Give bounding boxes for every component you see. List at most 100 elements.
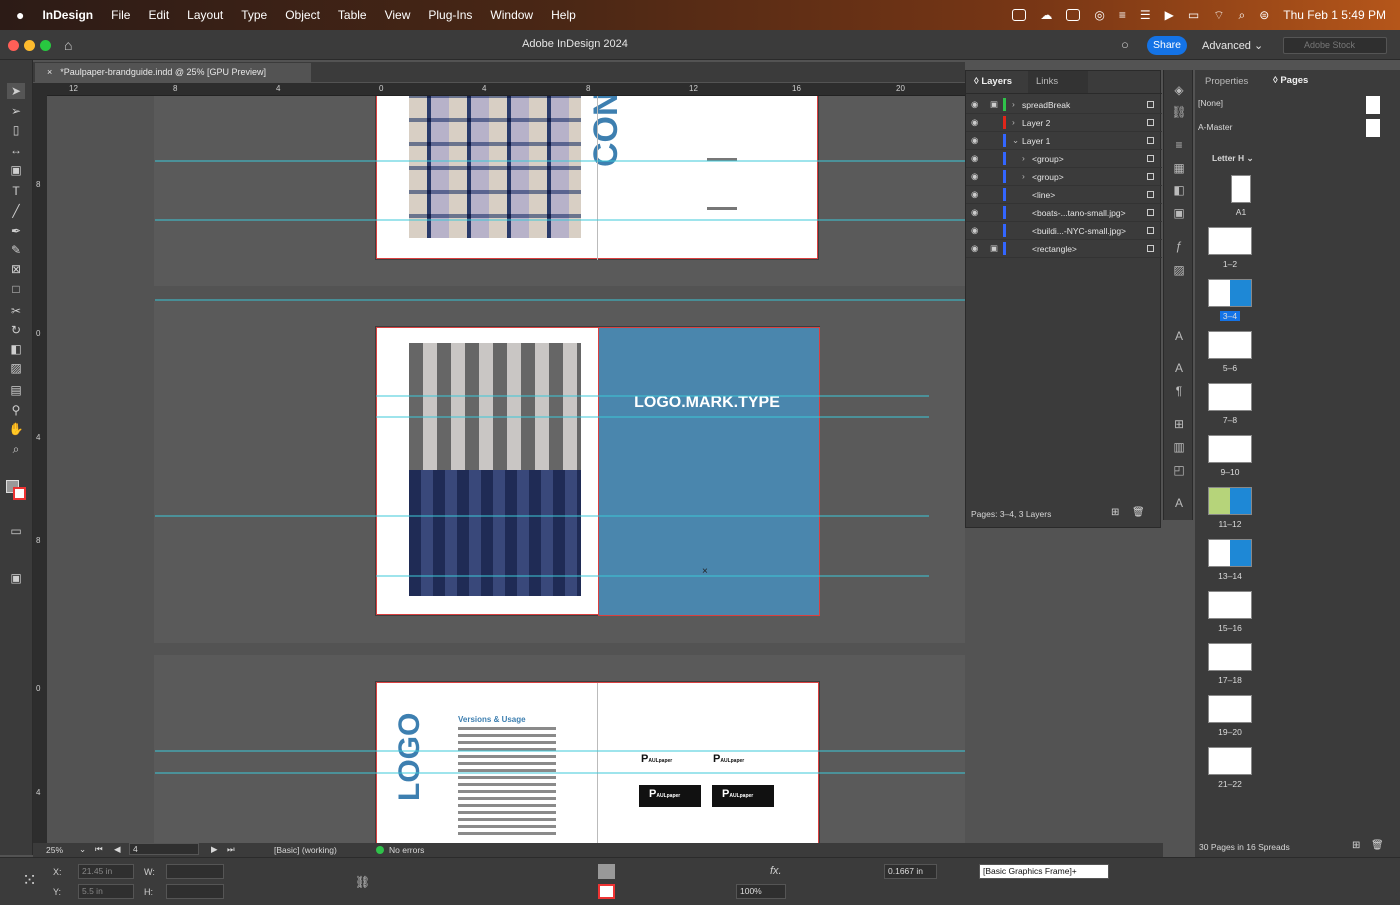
menu-plugins[interactable]: Plug-Ins	[428, 8, 472, 22]
stack-icon[interactable]: ☰	[1140, 8, 1151, 22]
adobe-stock-search[interactable]: Adobe Stock	[1283, 37, 1387, 54]
layer-row[interactable]: ◉ <boats-...tano-small.jpg>	[966, 204, 1162, 222]
page-thumbnail[interactable]	[1208, 435, 1252, 463]
effects-icon[interactable]: ƒ	[1171, 238, 1187, 254]
stroke-icon[interactable]: ≡	[1171, 137, 1187, 153]
selection-square-icon[interactable]	[1147, 191, 1154, 198]
layer-row[interactable]: ◉ ▣ › spreadBreak	[966, 96, 1162, 114]
paragraph-styles-icon[interactable]: A	[1171, 328, 1187, 344]
document-tab[interactable]: × *Paulpaper-brandguide.indd @ 25% [GPU P…	[35, 63, 311, 82]
gap-tool-icon[interactable]: ↔	[7, 142, 25, 158]
character-styles-icon[interactable]: A	[1171, 360, 1187, 376]
expand-icon[interactable]: ›	[1022, 153, 1025, 163]
gradient-icon[interactable]: ◧	[1171, 182, 1187, 198]
close-tab-icon[interactable]: ×	[47, 67, 52, 77]
scissors-tool-icon[interactable]: ✂	[7, 303, 25, 319]
menu-window[interactable]: Window	[490, 8, 533, 22]
status-app-icon[interactable]	[1012, 9, 1027, 21]
page-thumbnail[interactable]	[1208, 383, 1252, 411]
layers-icon[interactable]: ◈	[1171, 82, 1187, 98]
last-page-icon[interactable]: ⏭	[227, 844, 235, 855]
glyphs-icon[interactable]: A	[1171, 495, 1187, 511]
selection-square-icon[interactable]	[1147, 227, 1154, 234]
rotate-tool-icon[interactable]: ↻	[7, 322, 25, 338]
document-canvas[interactable]: CON LOGO.MARK.TYPE × LOGO Versions & Usa…	[47, 96, 965, 843]
zoom-level[interactable]: 25%	[46, 845, 63, 855]
share-button[interactable]: Share	[1147, 36, 1187, 55]
x-field[interactable]: 21.45 in	[78, 864, 134, 879]
expand-icon[interactable]: ›	[1012, 99, 1015, 109]
visibility-eye-icon[interactable]: ◉	[971, 153, 978, 164]
tab-pages[interactable]: ◊ Pages	[1267, 70, 1319, 92]
selection-square-icon[interactable]	[1147, 101, 1154, 108]
battery-icon[interactable]: ▭	[1188, 8, 1199, 22]
page-size-dropdown[interactable]: Letter H ⌄	[1212, 153, 1254, 164]
apple-icon[interactable]: ●	[16, 7, 24, 23]
menu-file[interactable]: File	[111, 8, 130, 22]
master-a[interactable]: A-Master	[1198, 122, 1232, 132]
page-thumbnail[interactable]	[1208, 643, 1252, 671]
visibility-eye-icon[interactable]: ◉	[971, 207, 978, 218]
content-collector-icon[interactable]: ▣	[7, 162, 25, 178]
tab-layers[interactable]: ◊ Layers	[966, 71, 1026, 93]
note-tool-icon[interactable]: ▤	[7, 382, 25, 398]
h-field[interactable]	[166, 884, 224, 899]
expand-icon[interactable]: ›	[1012, 117, 1015, 127]
pathfinder-icon[interactable]: ▥	[1171, 439, 1187, 455]
w-field[interactable]	[166, 864, 224, 879]
clock[interactable]: Thu Feb 1 5:49 PM	[1283, 8, 1386, 22]
tab-links[interactable]: Links	[1028, 71, 1088, 93]
layer-row[interactable]: ◉ › Layer 2	[966, 114, 1162, 132]
visibility-eye-icon[interactable]: ◉	[971, 171, 978, 182]
hand-tool-icon[interactable]: ✋	[7, 421, 25, 437]
visibility-eye-icon[interactable]: ◉	[971, 117, 978, 128]
visibility-eye-icon[interactable]: ◉	[971, 135, 978, 146]
gradient-tool-icon[interactable]: ◧	[7, 341, 25, 357]
menu-edit[interactable]: Edit	[148, 8, 169, 22]
next-page-icon[interactable]: ▶	[211, 844, 218, 855]
workspace-switcher[interactable]: Advanced ⌄	[1202, 39, 1263, 52]
paragraph-icon[interactable]: ¶	[1171, 383, 1187, 399]
preview-mode-icon[interactable]: ▣	[7, 570, 25, 586]
page-tool-icon[interactable]: ▯	[7, 122, 25, 138]
preflight-status[interactable]: No errors	[389, 845, 424, 855]
bar-icon[interactable]: ≡	[1119, 8, 1126, 22]
layer-row[interactable]: ◉ <buildi...-NYC-small.jpg>	[966, 222, 1162, 240]
zoom-dropdown-icon[interactable]: ⌄	[79, 844, 86, 855]
selection-square-icon[interactable]	[1147, 119, 1154, 126]
y-field[interactable]: 5.5 in	[78, 884, 134, 899]
vertical-ruler[interactable]: 8 0 4 8 0 4	[33, 83, 47, 843]
play-icon[interactable]: ▶	[1165, 8, 1174, 22]
lock-icon[interactable]: ▣	[990, 243, 998, 254]
reference-point-icon[interactable]: ⁙	[22, 870, 37, 891]
trash-icon[interactable]: 🗑	[1132, 507, 1145, 518]
text-wrap-icon[interactable]: ▨	[1171, 262, 1187, 278]
preflight-profile[interactable]: [Basic] (working)	[274, 845, 337, 855]
eyedropper-tool-icon[interactable]: ⚲	[7, 402, 25, 418]
search-icon[interactable]: ⌕	[1238, 8, 1245, 23]
menu-object[interactable]: Object	[285, 8, 320, 22]
scale-field[interactable]: 100%	[736, 884, 786, 899]
color-icon[interactable]: ▣	[1171, 205, 1187, 221]
transform-icon[interactable]: ◰	[1171, 462, 1187, 478]
fill-swatch-control[interactable]	[598, 864, 615, 879]
pencil-tool-icon[interactable]: ✎	[7, 242, 25, 258]
visibility-eye-icon[interactable]: ◉	[971, 243, 978, 254]
first-page-icon[interactable]: ⏮	[95, 844, 103, 855]
cloud-icon[interactable]: ☁	[1040, 8, 1052, 22]
master-a-thumb[interactable]	[1366, 119, 1380, 137]
stroke-swatch[interactable]	[13, 487, 26, 500]
wifi-icon[interactable]: ⌔	[1213, 8, 1224, 23]
menu-layout[interactable]: Layout	[187, 8, 223, 22]
zoom-tool-icon[interactable]: ⌕	[7, 441, 25, 457]
menu-type[interactable]: Type	[241, 8, 267, 22]
tab-properties[interactable]: Properties	[1205, 76, 1248, 87]
page-field[interactable]: 4	[129, 843, 199, 855]
menu-app[interactable]: InDesign	[42, 8, 93, 22]
expand-icon[interactable]: ›	[1022, 171, 1025, 181]
layer-row[interactable]: ◉ ⌄ Layer 1	[966, 132, 1162, 150]
align-icon[interactable]: ⊞	[1171, 416, 1187, 432]
layer-row[interactable]: ◉ › <group>	[966, 168, 1162, 186]
pen-tool-icon[interactable]: ✒	[7, 223, 25, 239]
lock-icon[interactable]: ▣	[990, 99, 998, 110]
